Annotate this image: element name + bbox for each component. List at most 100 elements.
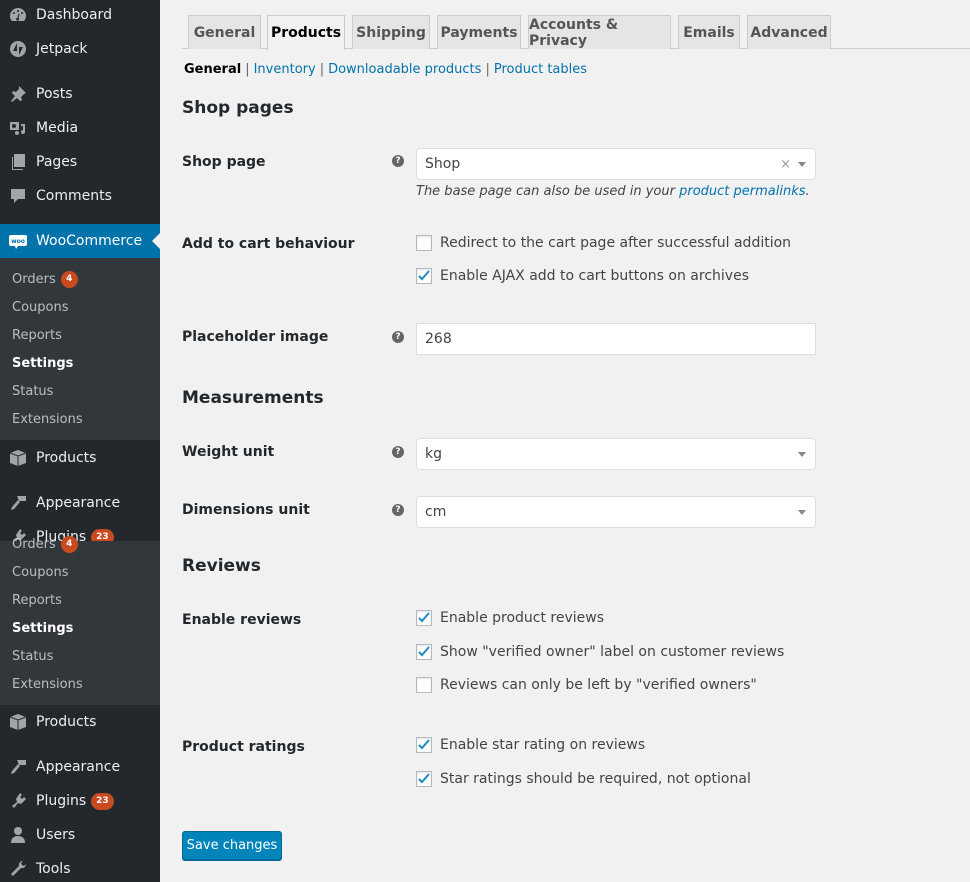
checkmark-icon (418, 270, 430, 281)
submenu-extensions[interactable]: Extensions (0, 405, 160, 433)
menu-posts[interactable]: Posts (0, 77, 160, 111)
menu-plugins[interactable]: Plugins 23 (0, 784, 160, 818)
label-weight-unit: Weight unit (182, 444, 275, 460)
checkmark-icon (418, 739, 430, 750)
heading-measurements: Measurements (182, 388, 324, 408)
tab-advanced[interactable]: Advanced (747, 15, 831, 49)
admin-sidebar: Dashboard Jetpack Posts Media Pages Comm… (0, 0, 160, 882)
section-subnav: General | Inventory | Downloadable products |… (184, 62, 588, 77)
menu-jetpack[interactable]: Jetpack (0, 32, 160, 66)
media-icon (0, 118, 36, 138)
menu-appearance[interactable]: Appearance (0, 750, 160, 784)
label-dimensions-unit: Dimensions unit (182, 502, 310, 518)
subnav-downloadable-products[interactable]: Downloadable products (328, 62, 481, 77)
menu-tools[interactable]: Tools (0, 852, 160, 882)
redirect-to-cart-option[interactable]: Redirect to the cart page after successf… (416, 235, 791, 251)
chevron-down-icon (798, 510, 806, 515)
tab-products[interactable]: Products (267, 15, 345, 50)
weight-unit-select[interactable]: kg (416, 438, 816, 470)
redirect-to-cart-checkbox[interactable] (416, 235, 432, 251)
verified-owner-label-checkbox[interactable] (416, 644, 432, 660)
checkmark-icon (418, 646, 430, 657)
submenu-orders[interactable]: Orders 4 (0, 265, 160, 293)
help-icon[interactable]: ? (392, 331, 404, 343)
help-icon[interactable]: ? (392, 504, 404, 516)
jetpack-icon (0, 39, 36, 59)
plug-icon (0, 791, 36, 811)
submenu-settings[interactable]: Settings (0, 614, 160, 642)
submenu-reports[interactable]: Reports (0, 321, 160, 349)
menu-comments[interactable]: Comments (0, 179, 160, 213)
enable-product-reviews-checkbox[interactable] (416, 610, 432, 626)
chevron-down-icon (798, 162, 806, 167)
menu-products[interactable]: Products (0, 441, 160, 475)
help-icon[interactable]: ? (392, 446, 404, 458)
tab-emails[interactable]: Emails (678, 15, 740, 49)
chevron-down-icon (798, 452, 806, 457)
wrench-icon (0, 859, 36, 879)
save-changes-button[interactable]: Save changes (182, 831, 282, 860)
verified-owner-label-option[interactable]: Show "verified owner" label on customer … (416, 644, 784, 660)
star-rating-required-option[interactable]: Star ratings should be required, not opt… (416, 771, 751, 787)
menu-users[interactable]: Users (0, 818, 160, 852)
heading-reviews: Reviews (182, 556, 261, 576)
heading-shop-pages: Shop pages (182, 98, 294, 118)
menu-appearance[interactable]: Appearance (0, 486, 160, 520)
menu-pages[interactable]: Pages (0, 145, 160, 179)
product-permalinks-link[interactable]: product permalinks (679, 184, 805, 199)
label-shop-page: Shop page (182, 154, 266, 170)
submenu-settings[interactable]: Settings (0, 349, 160, 377)
ajax-add-to-cart-option[interactable]: Enable AJAX add to cart buttons on archi… (416, 268, 749, 284)
brush-icon (0, 493, 36, 513)
submenu-coupons[interactable]: Coupons (0, 558, 160, 586)
menu-woocommerce[interactable]: woo WooCommerce (0, 224, 160, 258)
star-rating-required-checkbox[interactable] (416, 771, 432, 787)
brush-icon (0, 757, 36, 777)
enable-product-reviews-option[interactable]: Enable product reviews (416, 610, 604, 626)
subnav-inventory[interactable]: Inventory (254, 62, 316, 77)
checkmark-icon (418, 773, 430, 784)
user-icon (0, 825, 36, 845)
settings-tabs: General Products Shipping Payments Accou… (182, 15, 970, 50)
placeholder-image-input[interactable]: 268 (416, 323, 816, 355)
verified-owners-only-option[interactable]: Reviews can only be left by "verified ow… (416, 677, 757, 693)
help-icon[interactable]: ? (392, 155, 404, 167)
tab-accounts-privacy[interactable]: Accounts & Privacy (528, 15, 671, 49)
submenu-reports[interactable]: Reports (0, 586, 160, 614)
submenu-status[interactable]: Status (0, 642, 160, 670)
clear-icon[interactable]: × (780, 157, 791, 172)
subnav-general[interactable]: General (184, 62, 241, 77)
pages-icon (0, 152, 36, 172)
enable-star-rating-option[interactable]: Enable star rating on reviews (416, 737, 645, 753)
comment-icon (0, 186, 36, 206)
submenu-coupons[interactable]: Coupons (0, 293, 160, 321)
shop-page-description: The base page can also be used in your p… (416, 184, 810, 199)
plugins-update-badge: 23 (91, 792, 114, 810)
dimensions-unit-select[interactable]: cm (416, 496, 816, 528)
submenu-status[interactable]: Status (0, 377, 160, 405)
box-icon (0, 712, 36, 732)
svg-text:woo: woo (11, 238, 25, 245)
label-add-to-cart: Add to cart behaviour (182, 236, 355, 252)
enable-star-rating-checkbox[interactable] (416, 737, 432, 753)
verified-owners-only-checkbox[interactable] (416, 677, 432, 693)
label-placeholder-image: Placeholder image (182, 329, 329, 345)
woocommerce-submenu: Orders 4 Coupons Reports Settings Status … (0, 258, 160, 440)
ajax-add-to-cart-checkbox[interactable] (416, 268, 432, 284)
woo-icon: woo (0, 231, 36, 251)
dashboard-icon (0, 5, 36, 25)
menu-products[interactable]: Products (0, 705, 160, 739)
menu-media[interactable]: Media (0, 111, 160, 145)
orders-count-badge: 4 (60, 270, 78, 288)
menu-dashboard[interactable]: Dashboard (0, 0, 160, 32)
submenu-extensions[interactable]: Extensions (0, 670, 160, 698)
tab-general[interactable]: General (188, 15, 261, 49)
submenu-orders[interactable]: Orders 4 (0, 530, 160, 558)
orders-count-badge: 4 (60, 535, 78, 553)
subnav-product-tables[interactable]: Product tables (494, 62, 587, 77)
tab-shipping[interactable]: Shipping (352, 15, 430, 49)
tab-payments[interactable]: Payments (437, 15, 521, 49)
woocommerce-submenu-duplicate: Orders 4 Coupons Reports Settings Status … (0, 535, 160, 705)
label-enable-reviews: Enable reviews (182, 612, 302, 628)
shop-page-select[interactable]: Shop × (416, 148, 816, 180)
